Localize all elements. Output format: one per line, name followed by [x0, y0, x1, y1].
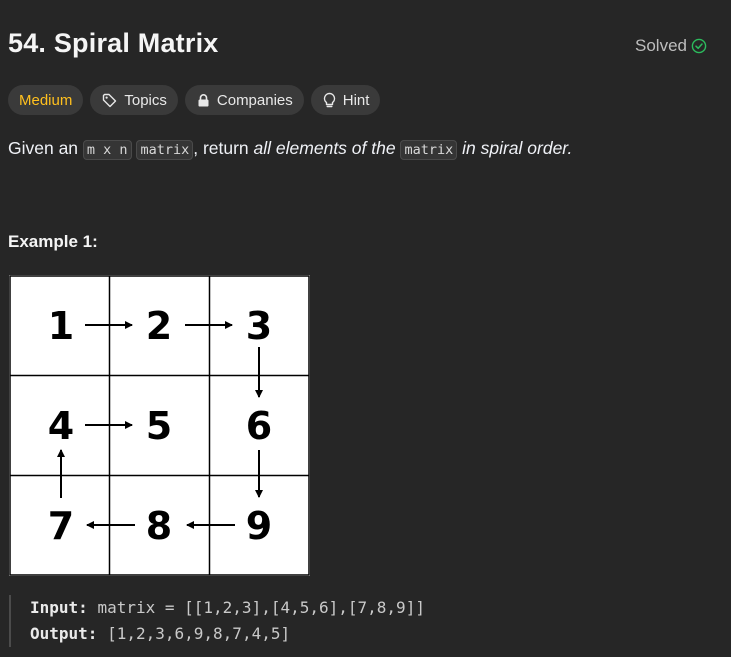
- topics-label: Topics: [124, 91, 167, 109]
- desc-text-2: , return: [193, 138, 249, 158]
- output-label: Output:: [30, 624, 98, 643]
- problem-description: Given an m x n matrix, return all elemen…: [8, 138, 573, 160]
- matrix-cell-9: 9: [246, 504, 272, 548]
- lightbulb-icon: [323, 92, 335, 107]
- problem-title: 54. Spiral Matrix: [8, 28, 219, 58]
- matrix-cell-3: 3: [246, 304, 272, 348]
- solved-label: Solved: [635, 36, 687, 55]
- input-value: matrix = [[1,2,3],[4,5,6],[7,8,9]]: [97, 598, 425, 617]
- input-line: Input: matrix = [[1,2,3],[4,5,6],[7,8,9]…: [30, 595, 425, 621]
- matrix-cell-7: 7: [48, 504, 74, 548]
- code-matrix-2: matrix: [400, 140, 458, 160]
- desc-italic-1: all elements of the: [253, 138, 396, 158]
- topics-tag[interactable]: Topics: [90, 85, 178, 115]
- companies-label: Companies: [216, 91, 293, 109]
- matrix-cell-2: 2: [146, 304, 172, 348]
- example-io-block: Input: matrix = [[1,2,3],[4,5,6],[7,8,9]…: [9, 595, 425, 647]
- hint-tag[interactable]: Hint: [310, 85, 381, 115]
- example-title: Example 1:: [8, 232, 98, 251]
- tag-row: Medium Topics Companies Hint: [8, 85, 381, 115]
- spiral-matrix-figure: 1 2 3 4 5 6 7 8 9: [9, 275, 310, 576]
- desc-italic-2: in spiral order.: [462, 138, 573, 158]
- difficulty-tag[interactable]: Medium: [8, 85, 84, 115]
- hint-label: Hint: [342, 91, 370, 109]
- check-circle-icon: [691, 38, 707, 54]
- lock-icon: [198, 93, 209, 106]
- code-m-x-n: m x n: [82, 140, 132, 160]
- difficulty-label: Medium: [19, 91, 73, 109]
- output-value: [1,2,3,6,9,8,7,4,5]: [107, 624, 291, 643]
- matrix-cell-6: 6: [246, 404, 272, 448]
- tag-icon: [103, 93, 117, 107]
- input-label: Input:: [30, 598, 88, 617]
- matrix-cell-4: 4: [48, 404, 74, 448]
- matrix-cell-1: 1: [48, 304, 74, 348]
- matrix-cell-8: 8: [146, 504, 172, 548]
- companies-tag[interactable]: Companies: [184, 85, 304, 115]
- solved-status: Solved: [635, 36, 707, 56]
- output-line: Output: [1,2,3,6,9,8,7,4,5]: [30, 621, 425, 647]
- desc-text-1: Given an: [8, 138, 79, 158]
- matrix-cell-5: 5: [146, 404, 172, 448]
- code-matrix: matrix: [136, 140, 194, 160]
